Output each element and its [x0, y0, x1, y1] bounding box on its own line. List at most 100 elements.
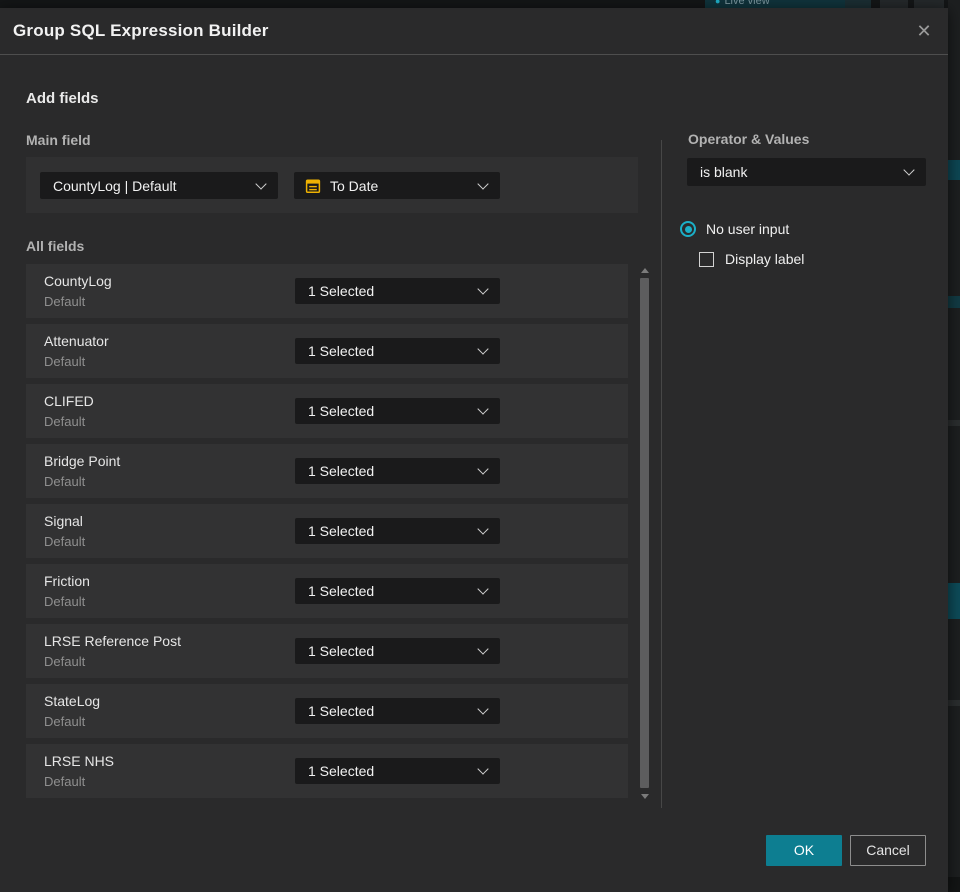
background-accent-fragment — [948, 296, 960, 308]
field-selected-dropdown[interactable]: 1 Selected — [295, 458, 500, 484]
field-selected-dropdown[interactable]: 1 Selected — [295, 338, 500, 364]
to-date-calendar-icon — [305, 178, 321, 193]
field-name: StateLog — [44, 693, 101, 709]
display-label-checkbox[interactable]: Display label — [699, 249, 804, 269]
field-subtitle: Default — [44, 534, 86, 549]
dialog-titlebar: Group SQL Expression Builder ✕ — [0, 8, 948, 55]
operator-select[interactable]: is blank — [687, 158, 926, 186]
field-subtitle: Default — [44, 594, 86, 609]
field-selected-value: 1 Selected — [308, 763, 375, 779]
field-row-lrse-reference-post: LRSE Reference Post Default 1 Selected — [26, 624, 628, 678]
no-user-input-label: No user input — [706, 221, 790, 237]
scrollbar-up-arrow-icon[interactable] — [641, 268, 649, 273]
background-app-right-strip — [948, 0, 960, 892]
field-row-statelog: StateLog Default 1 Selected — [26, 684, 628, 738]
operator-values-label: Operator & Values — [688, 131, 810, 147]
field-selected-value: 1 Selected — [308, 403, 375, 419]
chevron-down-icon — [477, 523, 489, 535]
field-selected-dropdown[interactable]: 1 Selected — [295, 758, 500, 784]
field-name: CountyLog — [44, 273, 112, 289]
scrollbar-thumb[interactable] — [640, 278, 649, 788]
field-row-lrse-nhs: LRSE NHS Default 1 Selected — [26, 744, 628, 798]
chevron-down-icon — [255, 177, 267, 190]
display-label-label: Display label — [725, 251, 805, 267]
field-subtitle: Default — [44, 714, 86, 729]
field-subtitle: Default — [44, 294, 86, 309]
field-selected-value: 1 Selected — [308, 583, 375, 599]
field-name: LRSE Reference Post — [44, 633, 181, 649]
background-accent-fragment — [948, 160, 960, 180]
background-accent-fragment — [948, 583, 960, 619]
field-name: Bridge Point — [44, 453, 121, 469]
chevron-down-icon — [903, 164, 915, 176]
scrollbar-down-arrow-icon[interactable] — [641, 794, 649, 799]
field-name: Signal — [44, 513, 83, 529]
field-selected-dropdown[interactable]: 1 Selected — [295, 578, 500, 604]
field-row-countylog: CountyLog Default 1 Selected — [26, 264, 628, 318]
cancel-button[interactable]: Cancel — [850, 835, 926, 866]
all-fields-list: CountyLog Default 1 Selected Attenuator … — [26, 264, 628, 804]
chevron-down-icon — [477, 583, 489, 595]
field-name: CLIFED — [44, 393, 94, 409]
field-name: Attenuator — [44, 333, 109, 349]
background-toolbar-fragment — [914, 0, 944, 8]
background-app-top-strip: ● Live view — [0, 0, 960, 8]
live-view-label: Live view — [724, 0, 770, 7]
chevron-down-icon — [477, 643, 489, 655]
all-fields-label: All fields — [26, 238, 85, 254]
chevron-down-icon — [477, 343, 489, 355]
main-field-type-value: To Date — [330, 177, 379, 194]
chevron-down-icon — [477, 703, 489, 715]
field-selected-dropdown[interactable]: 1 Selected — [295, 638, 500, 664]
chevron-down-icon — [477, 463, 489, 475]
main-field-panel: CountyLog | Default To Date — [26, 157, 638, 213]
field-selected-dropdown[interactable]: 1 Selected — [295, 698, 500, 724]
field-name: Friction — [44, 573, 90, 589]
live-view-toggle[interactable]: ● Live view — [705, 0, 845, 8]
radio-selected-icon — [680, 221, 696, 237]
main-field-select-value: CountyLog | Default — [53, 177, 177, 194]
field-selected-value: 1 Selected — [308, 463, 375, 479]
operator-select-value: is blank — [700, 164, 748, 180]
live-view-dot-icon: ● — [715, 0, 721, 6]
field-row-clifed: CLIFED Default 1 Selected — [26, 384, 628, 438]
field-selected-value: 1 Selected — [308, 643, 375, 659]
field-selected-dropdown[interactable]: 1 Selected — [295, 518, 500, 544]
close-icon[interactable]: ✕ — [908, 15, 940, 47]
chevron-down-icon — [477, 763, 489, 775]
main-field-select[interactable]: CountyLog | Default — [40, 172, 278, 199]
field-name: LRSE NHS — [44, 753, 115, 769]
add-fields-heading: Add fields — [26, 90, 99, 107]
main-field-type-select[interactable]: To Date — [294, 172, 500, 199]
background-fragment — [948, 700, 960, 706]
field-subtitle: Default — [44, 774, 86, 789]
field-subtitle: Default — [44, 654, 86, 669]
dialog-title: Group SQL Expression Builder — [13, 21, 269, 40]
screen: ● Live view Group SQL Expression Builder … — [0, 0, 960, 892]
background-toolbar-fragment — [880, 0, 908, 8]
field-row-attenuator: Attenuator Default 1 Selected — [26, 324, 628, 378]
field-row-friction: Friction Default 1 Selected — [26, 564, 628, 618]
main-field-label: Main field — [26, 132, 91, 148]
group-sql-expression-builder-dialog: Group SQL Expression Builder ✕ Add field… — [0, 8, 948, 892]
field-selected-dropdown[interactable]: 1 Selected — [295, 398, 500, 424]
background-fragment — [948, 420, 960, 426]
no-user-input-radio[interactable]: No user input — [680, 219, 789, 239]
chevron-down-icon — [477, 177, 489, 190]
field-selected-dropdown[interactable]: 1 Selected — [295, 278, 500, 304]
background-fragment — [948, 877, 960, 892]
field-selected-value: 1 Selected — [308, 523, 375, 539]
background-toolbar-fragment — [845, 0, 871, 8]
field-row-signal: Signal Default 1 Selected — [26, 504, 628, 558]
field-subtitle: Default — [44, 354, 86, 369]
field-selected-value: 1 Selected — [308, 703, 375, 719]
field-row-bridge-point: Bridge Point Default 1 Selected — [26, 444, 628, 498]
field-selected-value: 1 Selected — [308, 343, 375, 359]
chevron-down-icon — [477, 403, 489, 415]
ok-button[interactable]: OK — [766, 835, 842, 866]
checkbox-unchecked-icon — [699, 251, 714, 267]
field-subtitle: Default — [44, 474, 86, 489]
field-subtitle: Default — [44, 414, 86, 429]
field-selected-value: 1 Selected — [308, 283, 375, 299]
panel-divider — [661, 140, 662, 808]
